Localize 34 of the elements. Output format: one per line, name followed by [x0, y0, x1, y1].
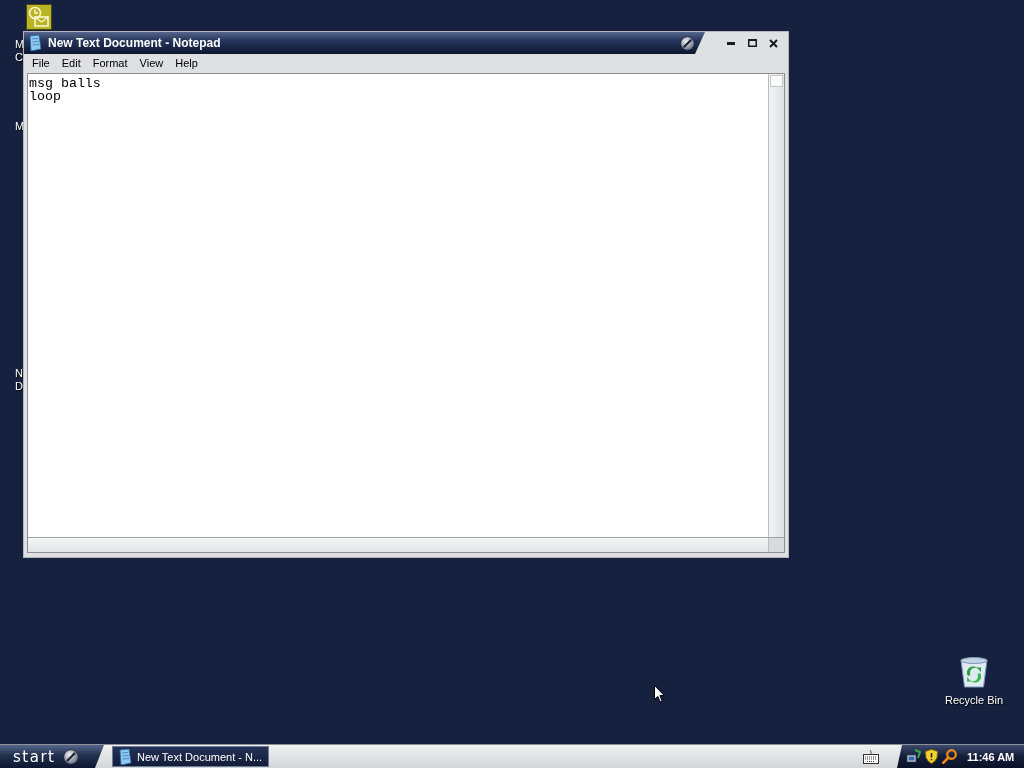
window-title: New Text Document - Notepad: [48, 36, 222, 50]
network-icon: [906, 749, 921, 764]
desktop-icon-label[interactable]: Recycle Bin: [944, 694, 1004, 707]
horizontal-scrollbar[interactable]: [28, 537, 768, 552]
vertical-scrollbar[interactable]: [768, 74, 784, 537]
text-editor[interactable]: msg balls loop: [28, 74, 768, 537]
network-button[interactable]: [906, 749, 921, 764]
circle-slash-icon: [680, 35, 695, 51]
close-icon: [768, 38, 778, 48]
recycle-bin-icon[interactable]: [959, 656, 989, 688]
desktop-icon-label[interactable]: M C: [15, 38, 25, 64]
clock[interactable]: 11:46 AM: [967, 750, 1015, 763]
minimize-icon: [727, 41, 735, 45]
circle-slash-icon: [63, 748, 80, 765]
taskbar-button[interactable]: New Text Document - N...: [112, 746, 269, 767]
menu-item[interactable]: File: [27, 55, 55, 72]
scrollbar-corner: [768, 537, 784, 552]
desktop-icon-label[interactable]: N D: [15, 367, 23, 393]
menu-item[interactable]: Help: [170, 55, 203, 72]
menu-item[interactable]: Format: [87, 55, 133, 72]
maximize-icon: [747, 39, 757, 47]
shield-icon: [925, 749, 938, 764]
start-button[interactable]: start: [0, 745, 104, 768]
search-button[interactable]: [942, 749, 957, 764]
notepad-icon: [28, 35, 42, 51]
clock-envelope-icon[interactable]: [26, 4, 52, 30]
search-icon: [942, 749, 957, 764]
desktop-icon-label[interactable]: M: [15, 120, 25, 133]
security-button[interactable]: [925, 749, 938, 764]
mouse-pointer-icon: [654, 685, 665, 703]
keyboard-icon: [863, 749, 879, 764]
menu-item[interactable]: View: [134, 55, 169, 72]
menu-item[interactable]: Edit: [56, 55, 86, 72]
notepad-icon: [118, 748, 132, 765]
